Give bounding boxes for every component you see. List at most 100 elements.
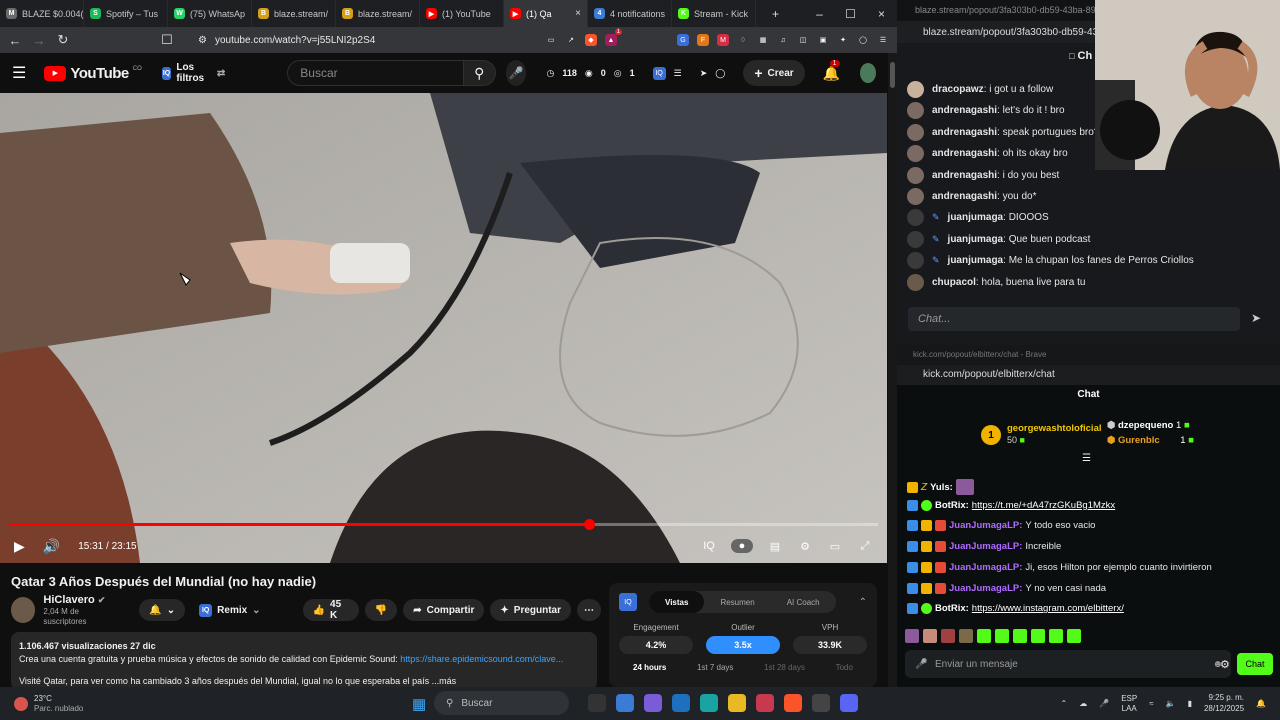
chat-username[interactable]: JuanJumagaLP:	[949, 541, 1022, 552]
sidebar-icon[interactable]: ◫	[797, 34, 809, 46]
description-link[interactable]: https://share.epidemicsound.com/clave...	[400, 654, 563, 664]
iq-period-7d[interactable]: 1st 7 days	[697, 663, 733, 672]
iq-period-28d[interactable]: 1st 28 days	[764, 663, 805, 672]
dislike-button[interactable]: 👎	[364, 599, 398, 621]
chat-avatar[interactable]	[907, 81, 924, 98]
share-button[interactable]: ➦ Compartir	[403, 599, 485, 621]
like-button[interactable]: 👍 45 K	[302, 599, 359, 621]
iq-period-all[interactable]: Todo	[836, 663, 853, 672]
close-window-icon[interactable]: ×	[866, 7, 897, 21]
brave-rewards-icon[interactable]: ▲ 1	[605, 29, 622, 46]
gifter-2[interactable]: ⬢ dzepequeno 1 ■	[1107, 420, 1190, 431]
browser-tab[interactable]: ▶ (1) YouTube	[420, 0, 504, 27]
video-player[interactable]	[0, 93, 887, 563]
explorer-app-icon[interactable]	[728, 694, 746, 712]
extension-m-icon[interactable]: M	[717, 34, 729, 46]
channel-name[interactable]: HiClavero ✔	[43, 594, 119, 607]
browser-tab[interactable]: 4 4 notifications	[588, 0, 672, 27]
battery-icon[interactable]: ▮	[1188, 699, 1192, 708]
notification-bell-icon[interactable]: 🔔	[1256, 699, 1266, 708]
browser-tab[interactable]: Bblaze.stream/	[252, 0, 336, 27]
volume-icon[interactable]: 🔊	[43, 538, 60, 555]
autoplay-toggle-icon[interactable]: ●	[731, 539, 753, 553]
chat-avatar[interactable]	[907, 273, 924, 291]
clock[interactable]: 9:25 p. m. 28/12/2025	[1204, 693, 1244, 714]
video-description[interactable]: 1.106.467 visualizaciones 27 dic Crea un…	[11, 632, 597, 690]
chevron-up-icon[interactable]: ⌃	[1061, 699, 1068, 708]
edge-app-icon[interactable]	[700, 694, 718, 712]
iq-period-24h[interactable]: 24 hours	[633, 663, 666, 672]
back-icon[interactable]: ←	[8, 33, 22, 48]
chat-username[interactable]: JuanJumagaLP:	[949, 520, 1022, 531]
code-app-icon[interactable]	[616, 694, 634, 712]
channel-avatar[interactable]	[11, 597, 36, 623]
browser-tab[interactable]: W (75) WhatsAp	[168, 0, 252, 27]
browser-tab[interactable]: Bblaze.stream/	[336, 0, 420, 27]
iq-extension-icon[interactable]: IQ	[652, 66, 666, 80]
chat-username[interactable]: dracopawz	[932, 84, 984, 95]
emote-icon[interactable]	[1013, 629, 1027, 643]
remix-button[interactable]: IQ Remix ⌄	[195, 599, 264, 621]
cast-alt-icon[interactable]: ◯	[715, 68, 725, 79]
chat-username[interactable]: JuanJumagaLP:	[949, 583, 1022, 594]
theater-mode-icon[interactable]: ▭	[827, 539, 843, 553]
mail-app-icon[interactable]	[756, 694, 774, 712]
chat-username[interactable]: andrenagashi	[932, 105, 997, 116]
wifi-icon[interactable]: ≈	[1149, 699, 1153, 708]
start-icon[interactable]: ▦	[412, 695, 426, 713]
terminal-app-icon[interactable]	[588, 694, 606, 712]
emote-icon[interactable]	[1031, 629, 1045, 643]
voice-search-button[interactable]: 🎤	[505, 60, 527, 86]
kick-chat-input[interactable]: 🎤 Enviar un mensaje ☻	[905, 650, 1231, 678]
subtitles-icon[interactable]: ▤	[767, 539, 783, 553]
weather-widget[interactable]: 23°C Parc. nublado	[0, 694, 83, 713]
rocket-icon[interactable]: ➤	[700, 68, 708, 79]
chat-avatar[interactable]	[907, 123, 924, 141]
extension-stats[interactable]: ◷ 118 ◉ 0 ◎ 1 IQ ☰ ➤ ◯	[546, 66, 725, 80]
video-progress-bar[interactable]	[10, 519, 878, 530]
chat-avatar[interactable]	[907, 166, 924, 184]
list-icon[interactable]: ☰	[674, 68, 682, 79]
bookmark-icon[interactable]: ☐	[160, 32, 174, 48]
chat-username[interactable]: juanjumaga	[948, 255, 1004, 266]
browser-tab[interactable]: ▶ (1) Qa ×	[504, 0, 588, 27]
emote-icon[interactable]	[977, 629, 991, 643]
chat-username[interactable]: juanjumaga	[948, 234, 1004, 245]
browser-tab[interactable]: S Spotify – Tus	[84, 0, 168, 27]
emote-icon[interactable]	[995, 629, 1009, 643]
chat-username[interactable]: Yuls:	[930, 482, 953, 493]
page-scrollbar-thumb[interactable]	[890, 62, 895, 88]
kick-url[interactable]: kick.com/popout/elbitterx/chat	[897, 365, 1280, 385]
site-info-icon[interactable]: ⚙	[198, 35, 207, 46]
obs-app-icon[interactable]	[812, 694, 830, 712]
fullscreen-icon[interactable]: ⤢	[857, 539, 873, 553]
chat-link[interactable]: https://www.instagram.com/elbitterx/	[972, 603, 1124, 614]
send-icon[interactable]: ➤	[1251, 311, 1261, 325]
emote-icon[interactable]	[1067, 629, 1081, 643]
youtube-logo[interactable]: ▶ YouTube CO	[44, 65, 142, 82]
more-actions-button[interactable]: ⋯	[577, 599, 602, 621]
puzzle-icon[interactable]: ♢	[737, 34, 749, 46]
language-indicator[interactable]: ESP LAA	[1121, 694, 1137, 713]
chat-avatar[interactable]	[907, 230, 924, 248]
maximize-icon[interactable]: ☐	[835, 7, 866, 21]
extension-fox-icon[interactable]: F	[697, 34, 709, 46]
chat-avatar[interactable]	[907, 209, 924, 227]
chat-username[interactable]: andrenagashi	[932, 170, 997, 181]
copilot-app-icon[interactable]	[644, 694, 662, 712]
chat-username[interactable]: andrenagashi	[932, 127, 997, 138]
url-field[interactable]: ⚙ youtube.com/watch?v=j55LNI2p2S4	[198, 35, 528, 46]
emote-icon[interactable]	[923, 629, 937, 643]
emote-icon[interactable]	[941, 629, 955, 643]
chat-username[interactable]: juanjumaga	[948, 212, 1004, 223]
chat-username[interactable]: chupacol	[932, 277, 976, 288]
reload-icon[interactable]: ↻	[56, 32, 70, 48]
search-button[interactable]: ⚲	[463, 60, 496, 86]
play-icon[interactable]: ▶	[14, 538, 25, 555]
settings-gear-icon[interactable]: ⚙	[1220, 658, 1230, 671]
emote-icon[interactable]	[959, 629, 973, 643]
translate-icon[interactable]: G	[677, 34, 689, 46]
share-icon[interactable]: ↗	[565, 34, 577, 46]
filters-button[interactable]: IQ Los filtros ⇄	[161, 62, 225, 84]
cast-icon[interactable]: ▭	[545, 34, 557, 46]
